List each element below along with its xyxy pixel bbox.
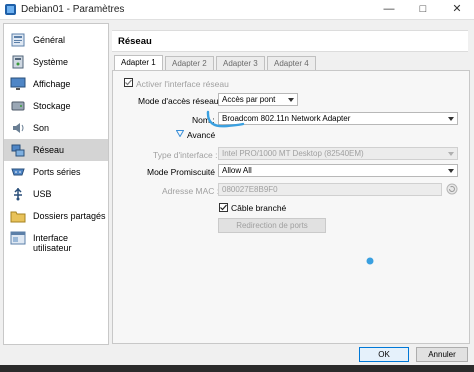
sidebar-item-display[interactable]: Affichage bbox=[4, 73, 108, 95]
settings-sidebar: Général Système Affichage Stockage Son R… bbox=[3, 23, 109, 345]
ok-button[interactable]: OK bbox=[359, 347, 409, 362]
panel-header: Réseau bbox=[112, 30, 468, 52]
mac-address-field[interactable]: 080027E8B9F0 bbox=[218, 183, 442, 196]
attached-to-select[interactable]: Accès par pont bbox=[218, 93, 298, 106]
sidebar-item-system[interactable]: Système bbox=[4, 51, 108, 73]
usb-icon bbox=[14, 187, 22, 201]
serial-ports-icon bbox=[11, 168, 25, 176]
network-icon bbox=[11, 144, 25, 157]
page-title: Réseau bbox=[118, 36, 152, 47]
sidebar-item-usb[interactable]: USB bbox=[4, 183, 108, 205]
mac-address-label: Adresse MAC : bbox=[162, 186, 220, 196]
enable-adapter-label: Activer l'interface réseau bbox=[136, 79, 229, 89]
adapter-name-select[interactable]: Broadcom 802.11n Network Adapter bbox=[218, 112, 458, 125]
sidebar-item-network[interactable]: Réseau bbox=[4, 139, 108, 161]
close-icon[interactable]: ✕ bbox=[440, 0, 474, 19]
cable-connected-checkbox[interactable] bbox=[219, 203, 228, 212]
sidebar-item-label: Stockage bbox=[33, 101, 71, 111]
sidebar-item-label: Son bbox=[33, 123, 50, 133]
port-forwarding-button[interactable]: Redirection de ports bbox=[218, 218, 326, 233]
system-icon bbox=[12, 55, 24, 69]
sidebar-item-label: Général bbox=[33, 35, 66, 45]
virtualbox-icon bbox=[5, 4, 16, 15]
sidebar-item-label: Ports séries bbox=[33, 167, 81, 177]
sidebar-item-shared-folders[interactable]: Dossiers partagés bbox=[4, 205, 108, 227]
chevron-down-icon bbox=[288, 98, 294, 102]
sidebar-item-label: Réseau bbox=[33, 145, 65, 155]
cable-connected-label: Câble branché bbox=[231, 203, 287, 213]
attached-to-label: Mode d'accès réseau : bbox=[138, 96, 224, 106]
storage-icon bbox=[11, 101, 25, 111]
sidebar-item-user-interface[interactable]: Interface utilisateur bbox=[4, 227, 108, 253]
promiscuous-mode-label: Mode Promiscuité : bbox=[147, 167, 220, 177]
sidebar-item-storage[interactable]: Stockage bbox=[4, 95, 108, 117]
sidebar-item-sound[interactable]: Son bbox=[4, 117, 108, 139]
sidebar-item-label: USB bbox=[33, 189, 52, 199]
adapter-type-label: Type d'interface : bbox=[153, 150, 218, 160]
window-title: Debian01 - Paramètres bbox=[21, 4, 125, 15]
cursor-dot bbox=[366, 257, 374, 265]
chevron-down-icon bbox=[448, 117, 454, 121]
sidebar-item-serial-ports[interactable]: Ports séries bbox=[4, 161, 108, 183]
sidebar-item-general[interactable]: Général bbox=[4, 29, 108, 51]
sound-icon bbox=[13, 123, 24, 133]
user-interface-icon bbox=[10, 231, 26, 245]
promiscuous-mode-select[interactable]: Allow All bbox=[218, 164, 458, 177]
sidebar-item-label: Système bbox=[33, 57, 69, 67]
chevron-down-icon bbox=[448, 169, 454, 173]
general-icon bbox=[11, 33, 25, 47]
expand-arrow-icon[interactable] bbox=[176, 130, 184, 137]
shared-folders-icon bbox=[10, 211, 26, 223]
chevron-down-icon bbox=[448, 152, 454, 156]
adapter-type-select[interactable]: Intel PRO/1000 MT Desktop (82540EM) bbox=[218, 147, 458, 160]
checkmark-icon bbox=[125, 79, 132, 86]
checkmark-icon bbox=[220, 204, 227, 211]
attached-to-value: Accès par pont bbox=[222, 95, 276, 104]
annotation-scribble bbox=[206, 110, 245, 128]
refresh-mac-icon[interactable] bbox=[446, 183, 458, 195]
enable-adapter-checkbox[interactable] bbox=[124, 78, 133, 87]
adapter-type-value: Intel PRO/1000 MT Desktop (82540EM) bbox=[222, 149, 364, 158]
maximize-icon[interactable]: □ bbox=[406, 0, 440, 19]
display-icon bbox=[10, 77, 26, 90]
taskbar-strip bbox=[0, 365, 474, 372]
sidebar-item-label: Interface utilisateur bbox=[33, 233, 72, 253]
mac-address-value: 080027E8B9F0 bbox=[222, 185, 278, 194]
title-bar: Debian01 - Paramètres — □ ✕ bbox=[0, 0, 474, 20]
sidebar-item-label: Affichage bbox=[33, 79, 71, 89]
promiscuous-mode-value: Allow All bbox=[222, 166, 252, 175]
cancel-button[interactable]: Annuler bbox=[416, 347, 468, 362]
minimize-icon[interactable]: — bbox=[372, 0, 406, 19]
sidebar-item-label: Dossiers partagés bbox=[33, 211, 106, 221]
